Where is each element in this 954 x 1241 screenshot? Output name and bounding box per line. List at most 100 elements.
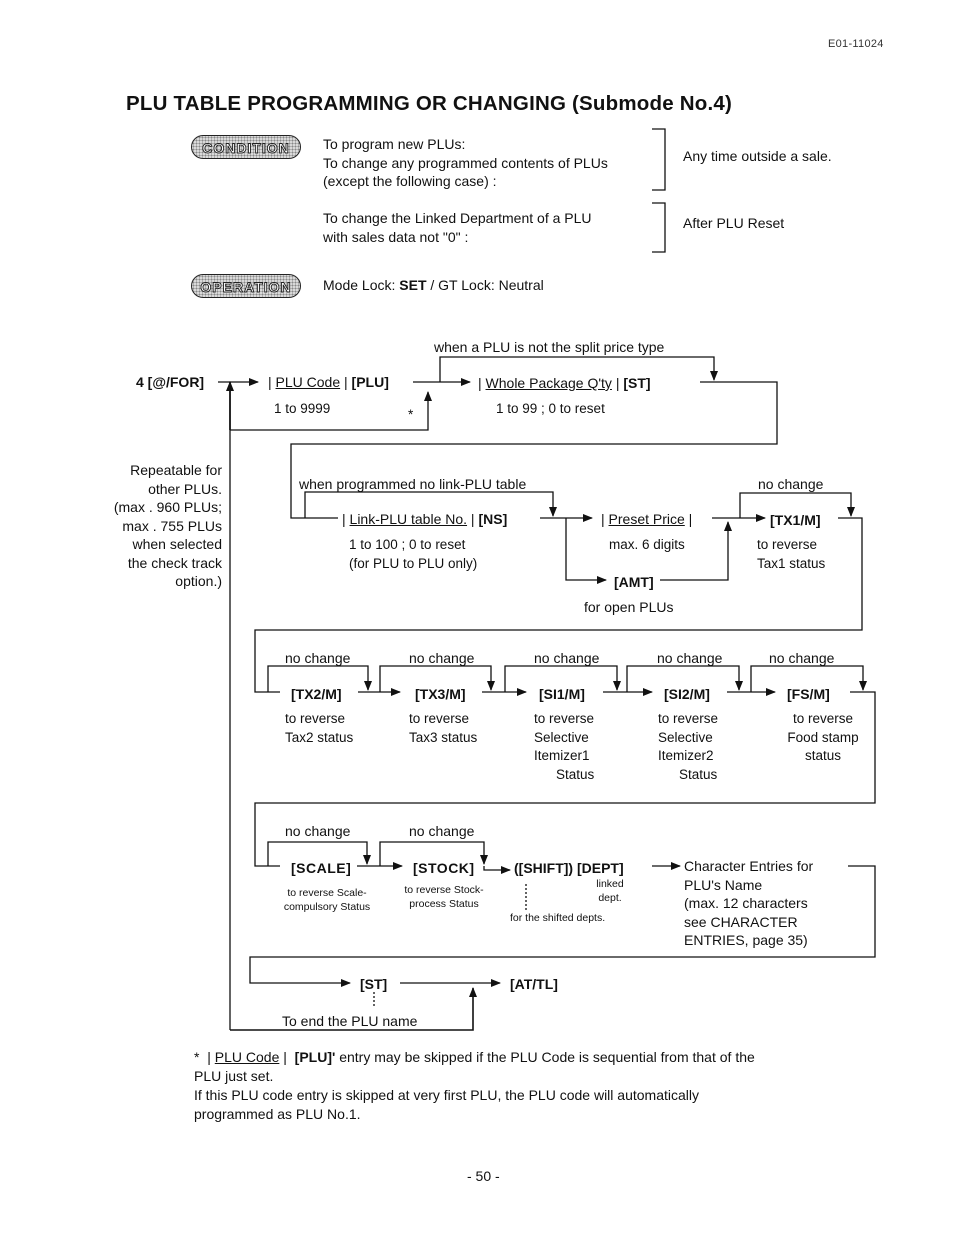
linked-dept-line: dept.	[598, 892, 622, 904]
fs-desc: to reverse Food stamp status	[780, 710, 866, 766]
bar-right: |	[467, 511, 479, 527]
tx2-key: [TX2/M]	[291, 686, 342, 702]
fs-skip-label: no change	[769, 650, 835, 666]
char-entries-line: PLU's Name	[684, 876, 763, 893]
repeat-note: Repeatable for other PLUs. (max . 960 PL…	[96, 461, 222, 591]
tx3-desc-line: to reverse	[409, 711, 470, 726]
link-plu-entry: | Link-PLU table No. | [NS]	[342, 510, 507, 529]
final-st-key: [ST]	[360, 976, 388, 992]
whole-package-range: 1 to 99 ; 0 to reset	[496, 401, 605, 416]
tx2-skip-label: no change	[285, 650, 351, 666]
si1-skip-label: no change	[534, 650, 600, 666]
footnote-line-3: If this PLU code entry is skipped at ver…	[194, 1087, 699, 1103]
repeat-note-line: when selected	[132, 536, 222, 552]
shift-note: for the shifted depts.	[510, 912, 606, 924]
page-number: - 50 -	[467, 1168, 500, 1184]
tx1-desc: to reverse Tax1 status	[757, 536, 825, 573]
plu-code-range: 1 to 9999	[274, 401, 331, 416]
preset-price-entry: | Preset Price |	[601, 510, 692, 529]
whole-package-entry: | Whole Package Q'ty | [ST]	[478, 374, 651, 393]
asterisk: *	[408, 407, 414, 422]
repeat-note-line: other PLUs.	[148, 480, 222, 497]
repeat-note-line: (max . 960 PLUs;	[113, 499, 222, 515]
bar-left: |	[268, 374, 276, 390]
repeat-note-line: the check track	[127, 554, 222, 571]
arrow-ns-to-amt	[565, 518, 607, 584]
char-entries-line: (max. 12 characters	[684, 895, 808, 911]
stock-desc: to reverse Stock- process Status	[396, 883, 492, 911]
footnote-line-1: * | PLU Code | [PLU]' entry may be skipp…	[194, 1049, 755, 1065]
si1-desc-line: to reverse	[534, 711, 595, 726]
tx3-skip-label: no change	[409, 650, 475, 666]
tx2-desc-line: Tax2 status	[285, 729, 354, 745]
plu-code-entry: | PLU Code | [PLU]	[268, 373, 389, 392]
plu-code-label: PLU Code	[275, 374, 341, 390]
preset-price-range: max. 6 digits	[609, 537, 685, 552]
footnote-line-4: programmed as PLU No.1.	[194, 1106, 361, 1122]
tx3-key: [TX3/M]	[415, 686, 466, 702]
fs-key: [FS/M]	[787, 686, 830, 702]
ns-key: [NS]	[478, 511, 508, 527]
char-entries-note: Character Entries for PLU's Name (max. 1…	[684, 857, 813, 950]
si2-desc-line: Selective	[658, 729, 713, 745]
si1-key: [SI1/M]	[539, 686, 585, 702]
bar-left: |	[601, 511, 609, 527]
si2-desc-line: to reverse	[658, 711, 719, 726]
footnote-plu-key: [PLU]'	[294, 1049, 336, 1065]
stock-key: [STOCK]	[413, 860, 475, 876]
si1-desc-line: Status	[556, 766, 595, 782]
si2-desc-line: Itemizer2	[658, 748, 714, 763]
link-plu-range-line: 1 to 100 ; 0 to reset	[349, 537, 466, 552]
fs-desc-line: status	[804, 748, 842, 763]
scale-skip-label: no change	[285, 823, 351, 839]
char-entries-line: ENTRIES, page 35)	[684, 932, 808, 948]
bar-right: |	[684, 511, 693, 527]
preset-price-label: Preset Price	[608, 511, 685, 527]
shift-dept-key: ([SHIFT]) [DEPT]	[514, 860, 624, 876]
scale-key: [SCALE]	[291, 860, 352, 876]
si1-desc: to reverse Selective Itemizer1 Status	[534, 710, 594, 784]
linked-dept-line: linked	[596, 878, 624, 890]
repeat-note-line: max . 755 PLUs	[122, 517, 222, 534]
si2-key: [SI2/M]	[664, 686, 710, 702]
link-plu-range: 1 to 100 ; 0 to reset (for PLU to PLU on…	[349, 536, 477, 573]
scale-desc-line: compulsory Status	[283, 901, 371, 913]
repeat-note-line: option.)	[175, 573, 222, 589]
condition-bracket-2	[652, 202, 666, 253]
tx1-desc-line: Tax1 status	[757, 555, 826, 571]
tx1-key: [TX1/M]	[770, 512, 821, 528]
arrow-stock-to-shift	[483, 866, 511, 874]
char-entries-line: Character Entries for	[684, 858, 814, 874]
st-key: [ST]	[623, 375, 651, 391]
start-key: 4 [@/FOR]	[136, 374, 205, 390]
footnote-plu-code: PLU Code	[214, 1049, 280, 1065]
linked-dept-note: linked dept.	[585, 877, 635, 905]
scale-desc: to reverse Scale- compulsory Status	[272, 886, 382, 914]
tx2-desc-line: to reverse	[285, 711, 346, 726]
repeat-note-line: Repeatable for	[130, 462, 222, 478]
footnote-text: entry may be skipped if the PLU Code is …	[335, 1049, 755, 1065]
bar-right: |	[340, 374, 352, 390]
stock-skip-label: no change	[409, 823, 475, 839]
link-note: when programmed no link-PLU table	[299, 476, 527, 492]
si2-desc-line: Status	[679, 766, 718, 782]
bar-right: |	[611, 375, 624, 391]
at-tl-key: [AT/TL]	[510, 976, 558, 992]
split-note: when a PLU is not the split price type	[434, 339, 665, 355]
si1-desc-line: Selective	[534, 729, 589, 745]
footnote-asterisk: *	[194, 1049, 200, 1065]
char-entries-line: see CHARACTER	[684, 913, 798, 930]
fs-desc-line: to reverse	[792, 711, 854, 726]
whole-package-label: Whole Package Q'ty	[485, 375, 612, 391]
end-name-note: To end the PLU name	[282, 1013, 418, 1029]
tx1-desc-line: to reverse	[757, 537, 818, 552]
scale-desc-line: to reverse Scale-	[287, 887, 367, 899]
footnote-line-2: PLU just set.	[194, 1068, 274, 1084]
tx2-desc: to reverse Tax2 status	[285, 710, 353, 747]
si1-desc-line: Itemizer1	[534, 748, 590, 763]
plu-key: [PLU]	[351, 374, 389, 390]
bar-left: |	[342, 511, 350, 527]
link-plu-label: Link-PLU table No.	[349, 511, 468, 527]
si2-skip-label: no change	[657, 650, 723, 666]
bar-left: |	[478, 375, 486, 391]
